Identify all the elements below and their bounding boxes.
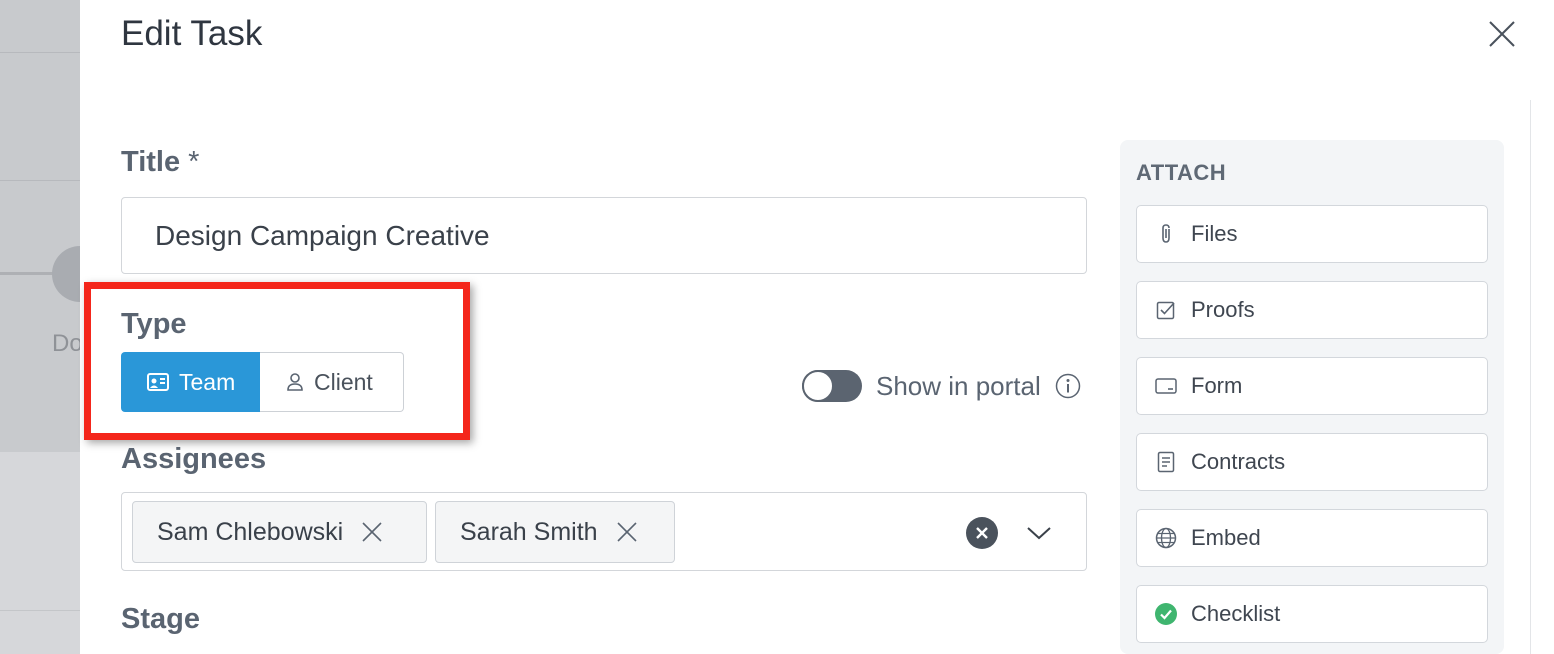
modal-title: Edit Task bbox=[121, 14, 263, 53]
attach-form-button[interactable]: Form bbox=[1136, 357, 1488, 415]
attach-form-label: Form bbox=[1191, 373, 1243, 398]
remove-assignee-button[interactable] bbox=[361, 521, 383, 543]
assignee-chip-label: Sam Chlebowski bbox=[157, 517, 344, 546]
attach-contracts-label: Contracts bbox=[1191, 449, 1286, 474]
assignees-dropdown-toggle[interactable] bbox=[1024, 521, 1054, 545]
attach-panel: ATTACH Files Proofs Form Contracts Embed… bbox=[1120, 140, 1504, 654]
attach-checklist-label: Checklist bbox=[1191, 601, 1281, 626]
scrollbar-track[interactable] bbox=[1530, 100, 1531, 654]
stage-label: Stage bbox=[121, 603, 200, 635]
assignees-label: Assignees bbox=[121, 443, 267, 475]
background-progress-track bbox=[0, 272, 56, 275]
attach-heading: ATTACH bbox=[1136, 160, 1227, 185]
attach-proofs-button[interactable]: Proofs bbox=[1136, 281, 1488, 339]
type-highlight-annotation bbox=[84, 282, 470, 440]
assignee-chip: Sarah Smith bbox=[435, 501, 675, 563]
globe-icon bbox=[1155, 527, 1177, 549]
assignees-select[interactable]: Sam Chlebowski Sarah Smith bbox=[121, 492, 1087, 571]
background-divider bbox=[0, 610, 80, 611]
attach-files-button[interactable]: Files bbox=[1136, 205, 1488, 263]
required-mark: * bbox=[188, 146, 200, 178]
toggle-knob bbox=[802, 370, 834, 402]
info-icon[interactable] bbox=[1055, 373, 1081, 399]
background-stage-label: Do bbox=[52, 330, 83, 357]
show-in-portal-toggle[interactable] bbox=[802, 370, 862, 402]
background-divider bbox=[0, 52, 80, 53]
close-icon bbox=[362, 522, 382, 542]
edit-task-modal: Edit Task Title * Type Team bbox=[80, 0, 1554, 654]
paperclip-icon bbox=[1155, 223, 1177, 245]
title-input[interactable] bbox=[121, 197, 1087, 274]
assignee-chip: Sam Chlebowski bbox=[132, 501, 427, 563]
checkbox-icon bbox=[1155, 299, 1177, 321]
attach-files-label: Files bbox=[1191, 221, 1238, 246]
attach-checklist-button[interactable]: Checklist bbox=[1136, 585, 1488, 643]
check-circle-icon bbox=[1155, 603, 1177, 625]
remove-assignee-button[interactable] bbox=[616, 521, 638, 543]
show-in-portal-control: Show in portal bbox=[802, 370, 1081, 402]
close-button[interactable] bbox=[1486, 18, 1518, 50]
chevron-down-icon bbox=[1027, 527, 1051, 540]
clear-circle-icon bbox=[966, 517, 998, 549]
attach-embed-button[interactable]: Embed bbox=[1136, 509, 1488, 567]
background-divider bbox=[0, 180, 80, 181]
title-label: Title * bbox=[121, 146, 200, 178]
attach-proofs-label: Proofs bbox=[1191, 297, 1255, 322]
background-lower-area bbox=[0, 452, 80, 654]
form-icon bbox=[1155, 375, 1177, 397]
attach-embed-label: Embed bbox=[1191, 525, 1261, 550]
attach-contracts-button[interactable]: Contracts bbox=[1136, 433, 1488, 491]
close-icon bbox=[1489, 21, 1515, 47]
assignee-chip-label: Sarah Smith bbox=[460, 517, 598, 546]
document-icon bbox=[1155, 451, 1177, 473]
close-icon bbox=[616, 522, 637, 542]
clear-all-button[interactable] bbox=[966, 517, 998, 549]
show-in-portal-label: Show in portal bbox=[876, 370, 1041, 401]
